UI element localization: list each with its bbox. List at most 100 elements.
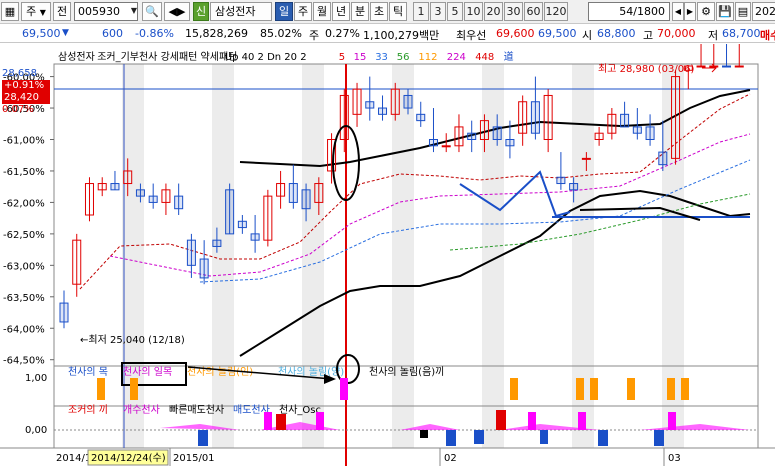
interval-button-60[interactable]: 60 bbox=[524, 2, 543, 21]
candle-body bbox=[263, 195, 273, 241]
sound-icon[interactable]: ◀▶ bbox=[164, 2, 190, 21]
counter-left-icon[interactable]: ◀ bbox=[672, 2, 684, 21]
oscillator-bar bbox=[420, 430, 428, 438]
candle-body bbox=[390, 88, 400, 115]
period-button-5[interactable]: 초 bbox=[370, 2, 388, 21]
candle-body bbox=[530, 101, 540, 134]
candle-body bbox=[225, 189, 235, 235]
signal-bar bbox=[576, 378, 584, 400]
candle-body bbox=[492, 126, 502, 140]
current-price: 69,500 bbox=[22, 27, 61, 40]
prev-button[interactable]: 전 bbox=[53, 2, 71, 21]
left-price-panel: 28,658 +0.91% 28,420 0.07% bbox=[2, 68, 50, 124]
settings-icon[interactable]: ⚙ bbox=[697, 2, 715, 21]
save-icon[interactable]: 💾 bbox=[716, 2, 734, 21]
left-price: 28,658 bbox=[2, 68, 37, 79]
date-field[interactable]: 2022 bbox=[752, 2, 775, 21]
candle-body bbox=[288, 183, 298, 203]
candle-body bbox=[479, 120, 489, 140]
market-select[interactable]: 주 ▼ bbox=[21, 2, 51, 21]
market-label: 주 bbox=[26, 5, 37, 18]
candle-body bbox=[250, 233, 260, 241]
period-button-0[interactable]: 일 bbox=[275, 2, 293, 21]
candle-body bbox=[658, 151, 668, 166]
legend-item: 삼성전자 bbox=[58, 51, 95, 63]
interval-button-10[interactable]: 10 bbox=[464, 2, 483, 21]
candle-body bbox=[556, 176, 566, 185]
sub1-legend-item: 천사의 놀림(음)끼 bbox=[369, 366, 444, 378]
toolbar: ▦ 주 ▼ 전 005930 ▼ 🔍 ◀▶ 신 삼성전자 일주월년분초틱1351… bbox=[0, 0, 775, 24]
pref-value: 69,600 bbox=[496, 27, 535, 40]
pref-value-2: 69,500 bbox=[538, 27, 577, 40]
candle-body bbox=[237, 220, 247, 229]
legend-item: 112 bbox=[418, 52, 437, 63]
candle-body bbox=[645, 126, 655, 140]
candle-body bbox=[581, 157, 591, 160]
candle-body bbox=[352, 88, 362, 115]
period-button-4[interactable]: 분 bbox=[351, 2, 369, 21]
stock-name: 삼성전자 bbox=[210, 2, 272, 21]
code-dropdown-icon[interactable]: ▼ bbox=[128, 3, 140, 20]
signal-bar bbox=[97, 378, 105, 400]
candle-body bbox=[505, 139, 515, 147]
grid-menu-icon[interactable]: ▦ bbox=[1, 2, 19, 21]
x-axis-label: 02 bbox=[444, 453, 457, 464]
sub1-legend-item: 천사의 목 bbox=[68, 366, 108, 378]
credit-badge[interactable]: 신 bbox=[193, 2, 209, 21]
crosshair-date-label: 2014/12/24(수) bbox=[91, 452, 166, 464]
oscillator-bar bbox=[446, 430, 456, 446]
sub2-tick-label: 0,00 bbox=[25, 425, 47, 436]
oscillator-bar bbox=[528, 412, 536, 430]
interval-button-3[interactable]: 3 bbox=[430, 2, 446, 21]
candle-body bbox=[110, 183, 120, 191]
oscillator-bar bbox=[276, 414, 286, 430]
candle-body bbox=[620, 113, 630, 128]
candle-body bbox=[59, 302, 69, 323]
candle-body bbox=[696, 65, 706, 68]
candle-body bbox=[467, 132, 477, 141]
interval-button-1[interactable]: 1 bbox=[413, 2, 429, 21]
candle-body bbox=[161, 189, 171, 203]
quote-bar: 69,500 ▼ 600 -0.86% 15,828,269 85.02% 주 … bbox=[0, 24, 775, 43]
oscillator-bar bbox=[598, 430, 608, 446]
y-tick-label: -62,50% bbox=[3, 230, 45, 241]
open-label: 시 bbox=[582, 29, 593, 42]
interval-button-120[interactable]: 120 bbox=[544, 2, 568, 21]
x-axis-label: 03 bbox=[668, 453, 681, 464]
buy-button[interactable]: 매수 bbox=[760, 27, 775, 43]
open-value: 68,800 bbox=[597, 27, 636, 40]
legend-item: 56 bbox=[397, 52, 410, 63]
left-price-2: 28,420 bbox=[2, 92, 50, 104]
candle-body bbox=[722, 65, 732, 68]
trade-amount: 1,100,279백만 bbox=[363, 29, 440, 42]
oscillator-bar bbox=[654, 430, 664, 446]
signal-bar bbox=[340, 378, 348, 400]
interval-button-5[interactable]: 5 bbox=[447, 2, 463, 21]
price-chart[interactable]: -60,00%-60,50%-61,00%-61,50%-62,00%-62,5… bbox=[0, 19, 775, 466]
signal-bar bbox=[510, 378, 518, 400]
counter-right-icon[interactable]: ▶ bbox=[684, 2, 696, 21]
y-tick-label: -61,00% bbox=[3, 136, 45, 147]
chart-area[interactable]: -60,00% -60,50% -61,00% -61,50% -62,00% -62,5… bbox=[0, 19, 775, 466]
candle-body bbox=[135, 189, 145, 197]
candle-body bbox=[671, 76, 681, 159]
y-tick-label: -63,00% bbox=[3, 261, 45, 272]
sub1-tick-label: 1,00 bbox=[25, 373, 47, 384]
candle-body bbox=[543, 94, 553, 140]
chevron-down-icon: ▼ bbox=[39, 8, 46, 17]
period-button-6[interactable]: 틱 bbox=[389, 2, 407, 21]
y-tick-label: -61,50% bbox=[3, 167, 45, 178]
interval-button-20[interactable]: 20 bbox=[484, 2, 503, 21]
period-button-2[interactable]: 월 bbox=[313, 2, 331, 21]
week-pct: 0.27% bbox=[325, 27, 360, 40]
candle-body bbox=[212, 239, 222, 247]
oscillator-bar bbox=[496, 410, 506, 430]
week-label: 주 bbox=[309, 29, 320, 42]
period-button-3[interactable]: 년 bbox=[332, 2, 350, 21]
grid-icon[interactable]: ▤ bbox=[735, 2, 751, 21]
search-icon[interactable]: 🔍 bbox=[142, 2, 162, 21]
counter-field[interactable]: 54/1800 bbox=[588, 2, 670, 21]
interval-button-30[interactable]: 30 bbox=[504, 2, 523, 21]
period-button-1[interactable]: 주 bbox=[294, 2, 312, 21]
legend-item: 조커_기부천사 강세패턴 약세패턴 bbox=[97, 51, 237, 63]
